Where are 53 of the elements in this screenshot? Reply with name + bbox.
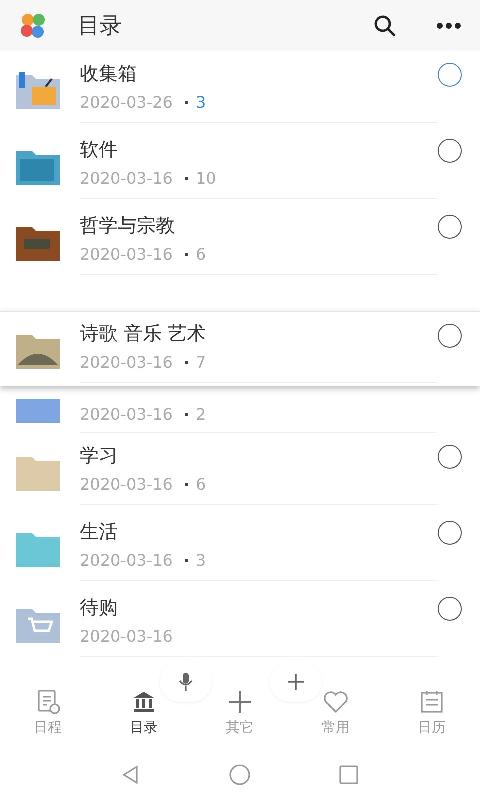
plus-icon bbox=[287, 673, 305, 691]
folder-name: 软件 bbox=[80, 138, 118, 164]
recent-apps-icon[interactable] bbox=[339, 765, 359, 786]
bullet-icon bbox=[184, 253, 188, 256]
select-radio[interactable] bbox=[438, 521, 462, 546]
page-title: 目录 bbox=[78, 12, 122, 41]
item-count: 6 bbox=[196, 475, 206, 494]
bullet-icon bbox=[184, 361, 188, 364]
nav-tab[interactable]: 目录 bbox=[109, 689, 179, 747]
dragged-folder-row[interactable]: 诗歌 音乐 艺术 2020-03-16 7 bbox=[0, 311, 480, 386]
folder-name: 待购 bbox=[80, 596, 118, 622]
folder-name: 学习 bbox=[80, 444, 118, 470]
select-radio[interactable] bbox=[438, 63, 462, 88]
home-icon[interactable] bbox=[229, 764, 251, 786]
folder-date: 2020-03-16 bbox=[80, 353, 173, 372]
folder-icon bbox=[14, 399, 62, 424]
item-count: 10 bbox=[196, 169, 216, 188]
item-count: 6 bbox=[196, 245, 206, 264]
microphone-button[interactable] bbox=[160, 662, 212, 702]
back-icon[interactable] bbox=[121, 765, 141, 786]
schedule-icon bbox=[35, 689, 61, 716]
more-icon[interactable] bbox=[436, 22, 462, 30]
item-count: 3 bbox=[196, 551, 206, 570]
select-radio[interactable] bbox=[438, 597, 462, 622]
bullet-icon bbox=[184, 177, 188, 180]
folder-date: 2020-03-26 bbox=[80, 93, 173, 112]
calendar-icon bbox=[419, 689, 445, 716]
folder-date: 2020-03-16 bbox=[80, 245, 173, 264]
microphone-icon bbox=[179, 672, 193, 692]
select-radio[interactable] bbox=[438, 324, 462, 348]
bullet-icon bbox=[184, 559, 188, 562]
item-count: 3 bbox=[196, 93, 206, 112]
folder-name: 哲学与宗教 bbox=[80, 214, 175, 240]
item-count: 2 bbox=[196, 405, 206, 424]
select-radio[interactable] bbox=[438, 445, 462, 470]
folder-date: 2020-03-16 bbox=[80, 475, 173, 494]
folder-date: 2020-03-16 bbox=[80, 169, 173, 188]
folder-name: 生活 bbox=[80, 520, 118, 546]
bullet-icon bbox=[184, 483, 188, 486]
folder-icon bbox=[14, 69, 62, 110]
folder-date: 2020-03-16 bbox=[80, 551, 173, 570]
heart-icon bbox=[323, 689, 349, 716]
select-radio[interactable] bbox=[438, 215, 462, 240]
add-button[interactable] bbox=[270, 662, 322, 702]
folder-date: 2020-03-16 bbox=[80, 627, 173, 646]
bullet-icon bbox=[184, 101, 188, 104]
plus-icon bbox=[227, 689, 253, 716]
folder-name: 诗歌 音乐 艺术 bbox=[80, 322, 206, 348]
select-radio[interactable] bbox=[438, 139, 462, 164]
item-count: 7 bbox=[196, 353, 206, 372]
bullet-icon bbox=[184, 413, 188, 416]
folder-name: 收集箱 bbox=[80, 62, 137, 88]
folder-date: 2020-03-16 bbox=[80, 405, 173, 424]
